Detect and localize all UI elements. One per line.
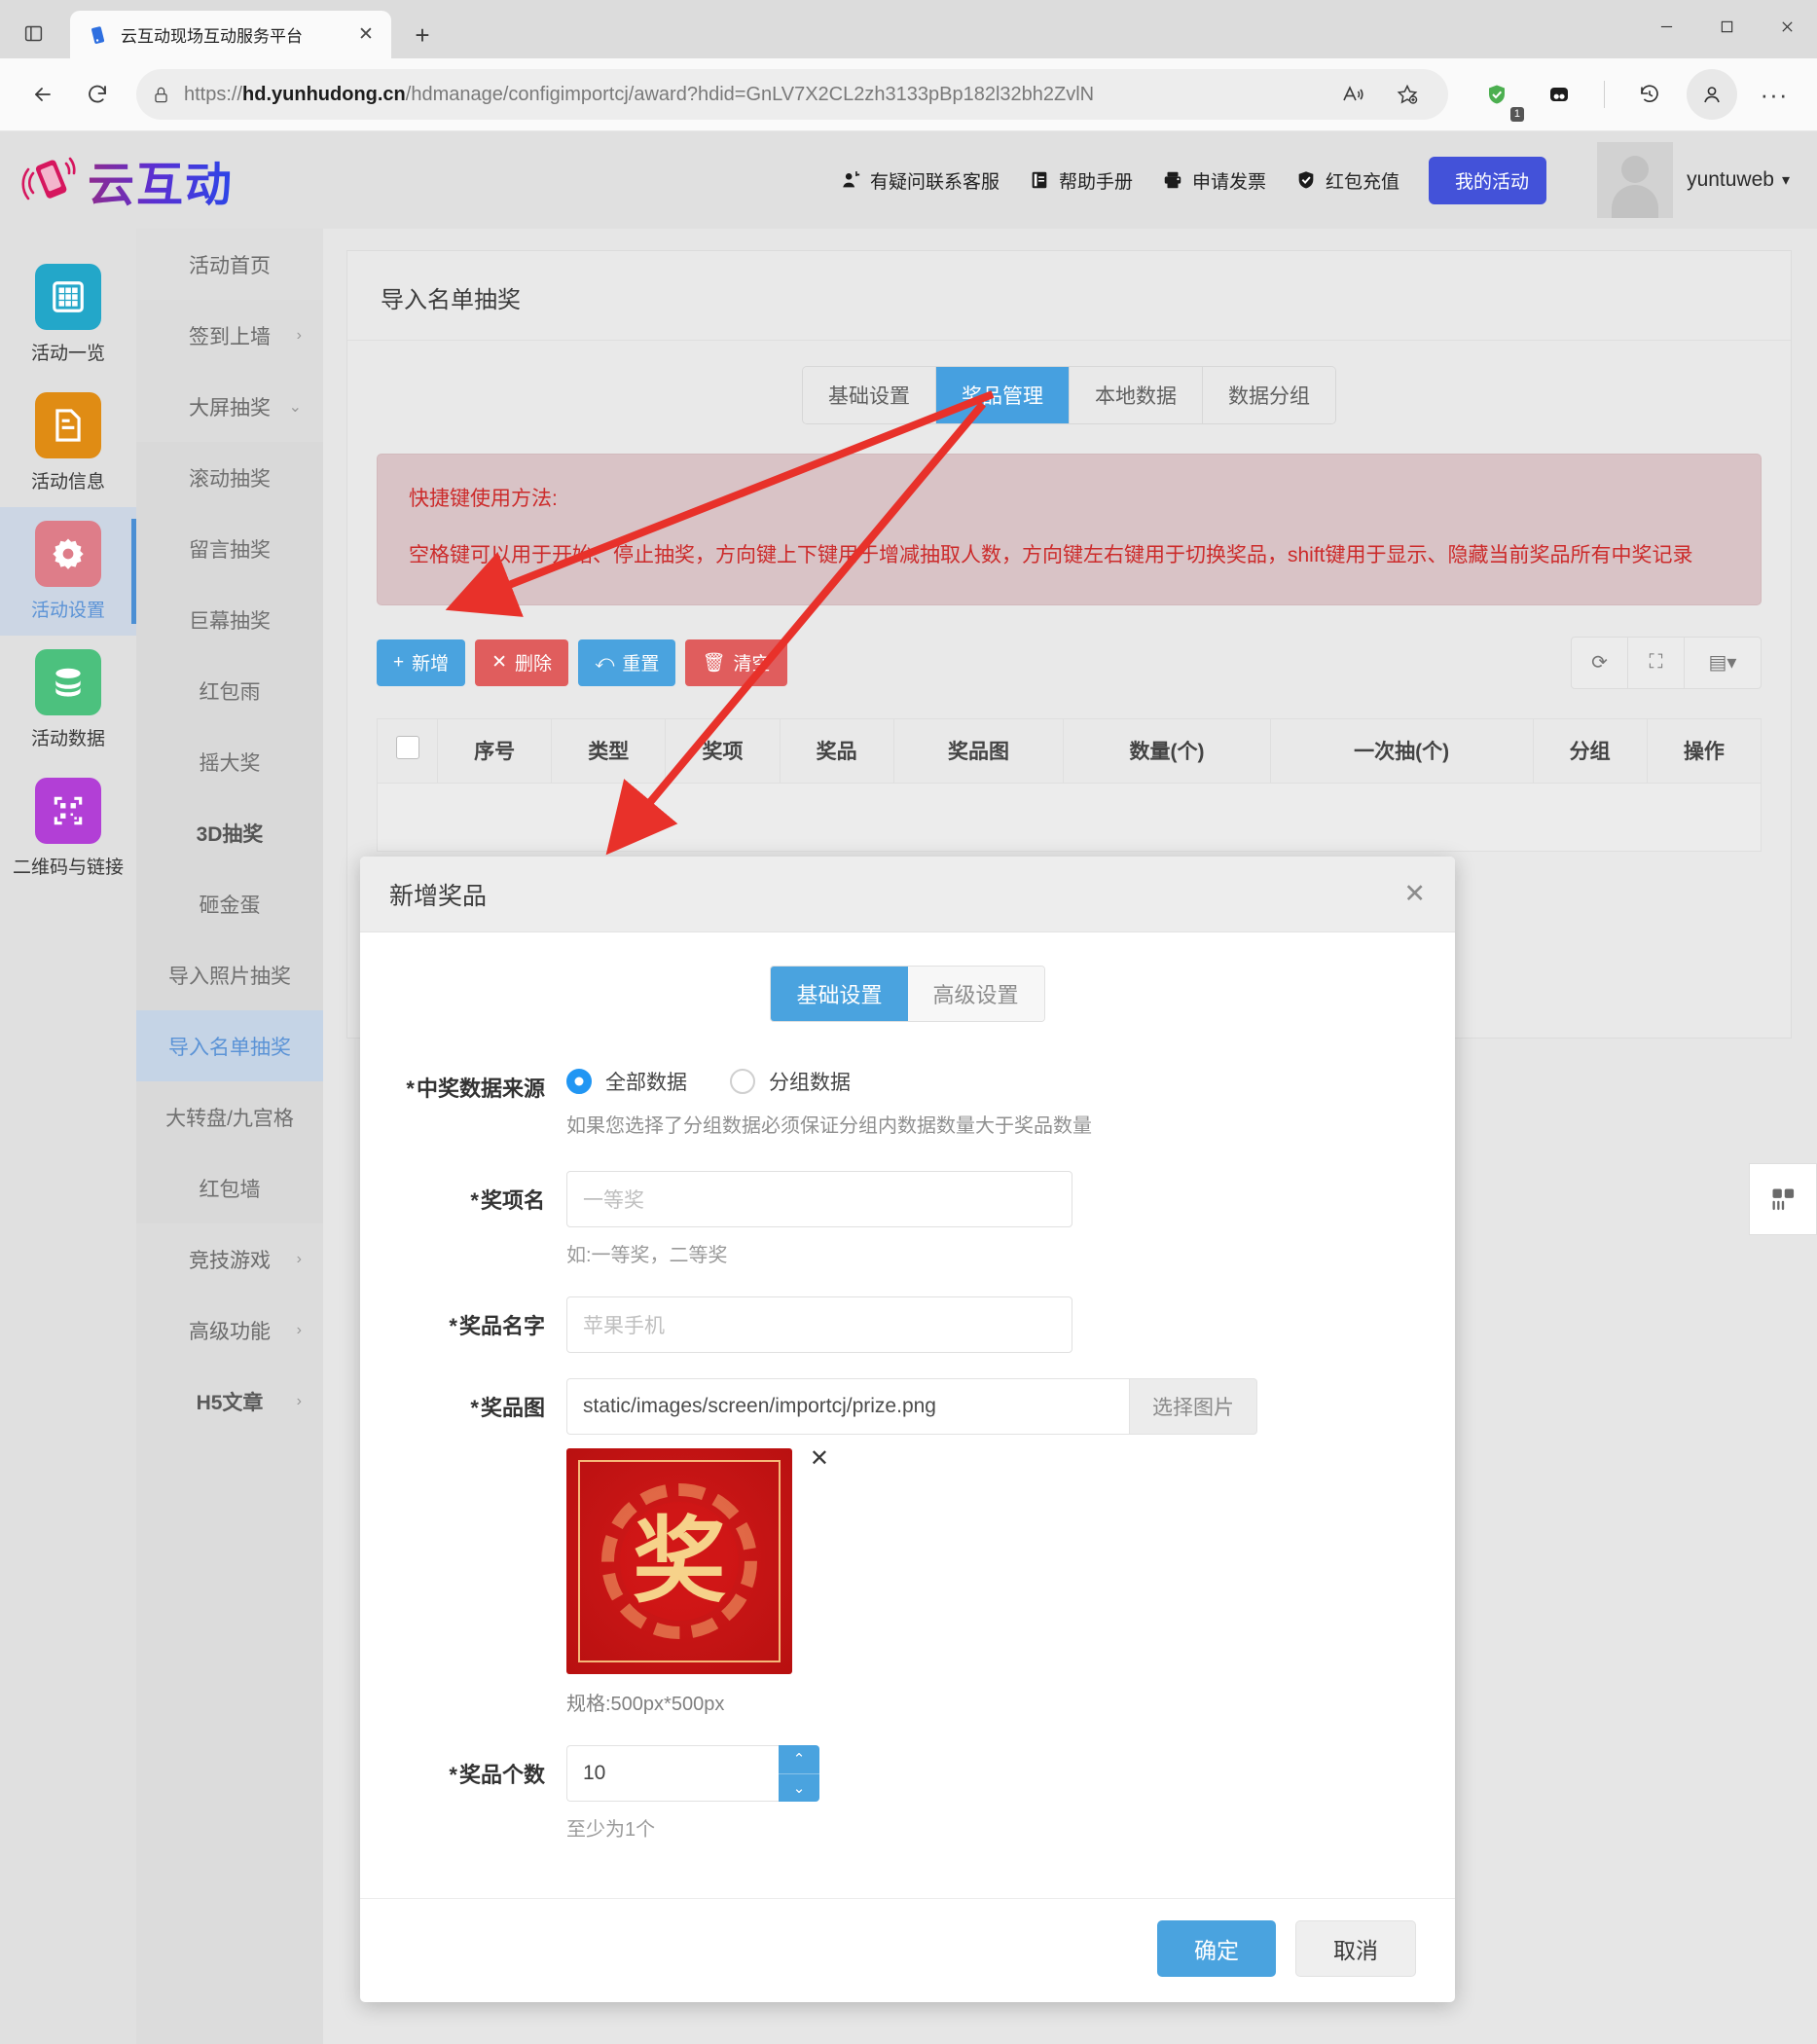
browser-tab-strip: 云互动现场互动服务平台 ✕ +: [0, 0, 1817, 58]
close-window-icon[interactable]: [1757, 0, 1817, 53]
field-label-text: 奖品名字: [458, 1314, 545, 1338]
tab-actions-icon[interactable]: [14, 14, 53, 53]
field-control-award-name: 一等奖 如:一等奖，二等奖: [566, 1171, 1416, 1267]
field-row-source: *中奖数据来源 全部数据 分组数据 如果您选择了分组数据必须保证分组内数据数量大…: [399, 1059, 1416, 1138]
field-label-prize-count: *奖品个数: [399, 1745, 566, 1842]
browser-tab[interactable]: 云互动现场互动服务平台 ✕: [70, 11, 391, 58]
required-mark: *: [449, 1314, 457, 1338]
field-hint-award-name: 如:一等奖，二等奖: [566, 1245, 728, 1266]
prize-image-input-group: static/images/screen/importcj/prize.png …: [566, 1378, 1257, 1435]
history-icon[interactable]: [1624, 69, 1675, 120]
extension-badge: 1: [1509, 107, 1524, 122]
image-spec-hint: 规格:500px*500px: [566, 1694, 725, 1715]
address-bar[interactable]: https://hd.yunhudong.cn/hdmanage/configi…: [136, 69, 1448, 120]
required-mark: *: [406, 1077, 415, 1101]
field-label-prize-name: *奖品名字: [399, 1296, 566, 1353]
dialog-tab-group: 基础设置 高级设置: [770, 966, 1045, 1022]
prize-count-stepper: 10 ⌃ ⌄: [566, 1745, 819, 1802]
add-favorite-icon[interactable]: [1382, 69, 1433, 120]
prize-count-input[interactable]: 10: [566, 1745, 779, 1802]
dialog-footer: 确定 取消: [360, 1898, 1455, 2002]
web-page: 云互动 有疑问联系客服 帮助手册 申请发票 红包充值 我的活动 yuntuweb…: [0, 131, 1817, 2044]
browser-window: 云互动现场互动服务平台 ✕ + https://hd.yunhudong.cn/…: [0, 0, 1817, 2044]
dialog-header: 新增奖品 ✕: [360, 857, 1455, 932]
minimize-icon[interactable]: [1636, 0, 1696, 53]
field-label-text: 奖项名: [480, 1188, 545, 1213]
field-label-award-name: *奖项名: [399, 1171, 566, 1267]
dialog-tab-basic[interactable]: 基础设置: [771, 967, 908, 1021]
field-control-prize-image: static/images/screen/importcj/prize.png …: [566, 1378, 1416, 1716]
thumbnail-character: 奖: [633, 1507, 726, 1616]
required-mark: *: [470, 1396, 479, 1420]
lock-icon: [152, 86, 170, 104]
tab-title: 云互动现场互动服务平台: [121, 27, 303, 46]
field-label-text: 奖品个数: [458, 1763, 545, 1787]
profile-icon[interactable]: [1687, 69, 1737, 120]
reload-icon[interactable]: [72, 69, 123, 120]
dialog-title: 新增奖品: [389, 882, 488, 910]
adblock-shield-icon[interactable]: 1: [1472, 69, 1524, 122]
prize-image-path-input[interactable]: static/images/screen/importcj/prize.png: [566, 1378, 1129, 1435]
dialog-body: 基础设置 高级设置 *中奖数据来源 全部数据 分组数据 如果您选择了分组数据必须…: [360, 932, 1455, 1877]
cancel-button[interactable]: 取消: [1295, 1920, 1416, 1977]
stepper-down-icon[interactable]: ⌄: [779, 1774, 819, 1803]
field-hint-prize-count: 至少为1个: [566, 1819, 656, 1841]
field-control-prize-count: 10 ⌃ ⌄ 至少为1个: [566, 1745, 1416, 1842]
more-settings-icon[interactable]: ···: [1749, 69, 1799, 120]
field-row-prize-name: *奖品名字 苹果手机: [399, 1296, 1416, 1353]
award-name-input[interactable]: 一等奖: [566, 1171, 1072, 1227]
remove-image-icon[interactable]: ✕: [810, 1444, 829, 1473]
tab-favicon: [88, 24, 109, 46]
required-mark: *: [470, 1188, 479, 1213]
dialog-tabs: 基础设置 高级设置: [399, 966, 1416, 1022]
radio-all-data-label: 全部数据: [605, 1072, 687, 1094]
radio-group-data[interactable]: [730, 1069, 755, 1094]
required-mark: *: [449, 1763, 457, 1787]
prize-name-input[interactable]: 苹果手机: [566, 1296, 1072, 1353]
field-label-prize-image: *奖品图: [399, 1378, 566, 1716]
new-tab-icon[interactable]: +: [407, 19, 438, 51]
stepper-up-icon[interactable]: ⌃: [779, 1745, 819, 1774]
modal-overlay: 新增奖品 ✕ 基础设置 高级设置 *中奖数据来源 全部数据 分组数据 如果您选择…: [0, 131, 1817, 2044]
confirm-button[interactable]: 确定: [1157, 1920, 1276, 1977]
add-prize-dialog: 新增奖品 ✕ 基础设置 高级设置 *中奖数据来源 全部数据 分组数据 如果您选择…: [360, 857, 1455, 2002]
toolbar-divider: [1604, 81, 1605, 108]
dialog-tab-advanced[interactable]: 高级设置: [907, 967, 1044, 1021]
close-tab-icon[interactable]: ✕: [350, 19, 382, 51]
field-control-prize-name: 苹果手机: [566, 1296, 1416, 1353]
radio-all-data[interactable]: [566, 1069, 592, 1094]
back-icon[interactable]: [18, 69, 68, 120]
stepper-buttons: ⌃ ⌄: [779, 1745, 819, 1802]
extension-dots-icon[interactable]: [1534, 69, 1584, 120]
read-aloud-icon[interactable]: [1327, 69, 1378, 120]
field-row-prize-count: *奖品个数 10 ⌃ ⌄ 至少为1个: [399, 1745, 1416, 1842]
window-controls: [1636, 0, 1817, 53]
close-dialog-icon[interactable]: ✕: [1403, 881, 1426, 907]
field-label-text: 中奖数据来源: [416, 1077, 545, 1101]
field-control-source: 全部数据 分组数据 如果您选择了分组数据必须保证分组内数据数量大于奖品数量: [566, 1059, 1416, 1138]
field-label-text: 奖品图: [480, 1396, 545, 1420]
prize-thumbnail[interactable]: 奖: [566, 1448, 792, 1674]
choose-image-button[interactable]: 选择图片: [1129, 1378, 1257, 1435]
maximize-icon[interactable]: [1696, 0, 1757, 53]
field-hint-source: 如果您选择了分组数据必须保证分组内数据数量大于奖品数量: [566, 1115, 1092, 1137]
url-text: https://hd.yunhudong.cn/hdmanage/configi…: [184, 83, 1095, 105]
field-label-source: *中奖数据来源: [399, 1059, 566, 1138]
field-row-prize-image: *奖品图 static/images/screen/importcj/prize…: [399, 1378, 1416, 1716]
omnibox-actions: [1327, 69, 1433, 120]
radio-group-data-label: 分组数据: [769, 1072, 851, 1094]
radio-group-source: 全部数据 分组数据: [566, 1059, 1416, 1096]
browser-toolbar: https://hd.yunhudong.cn/hdmanage/configi…: [0, 58, 1817, 131]
field-row-award-name: *奖项名 一等奖 如:一等奖，二等奖: [399, 1171, 1416, 1267]
extension-icons: 1 ···: [1462, 69, 1799, 122]
prize-image-preview: 奖 ✕: [566, 1445, 829, 1674]
